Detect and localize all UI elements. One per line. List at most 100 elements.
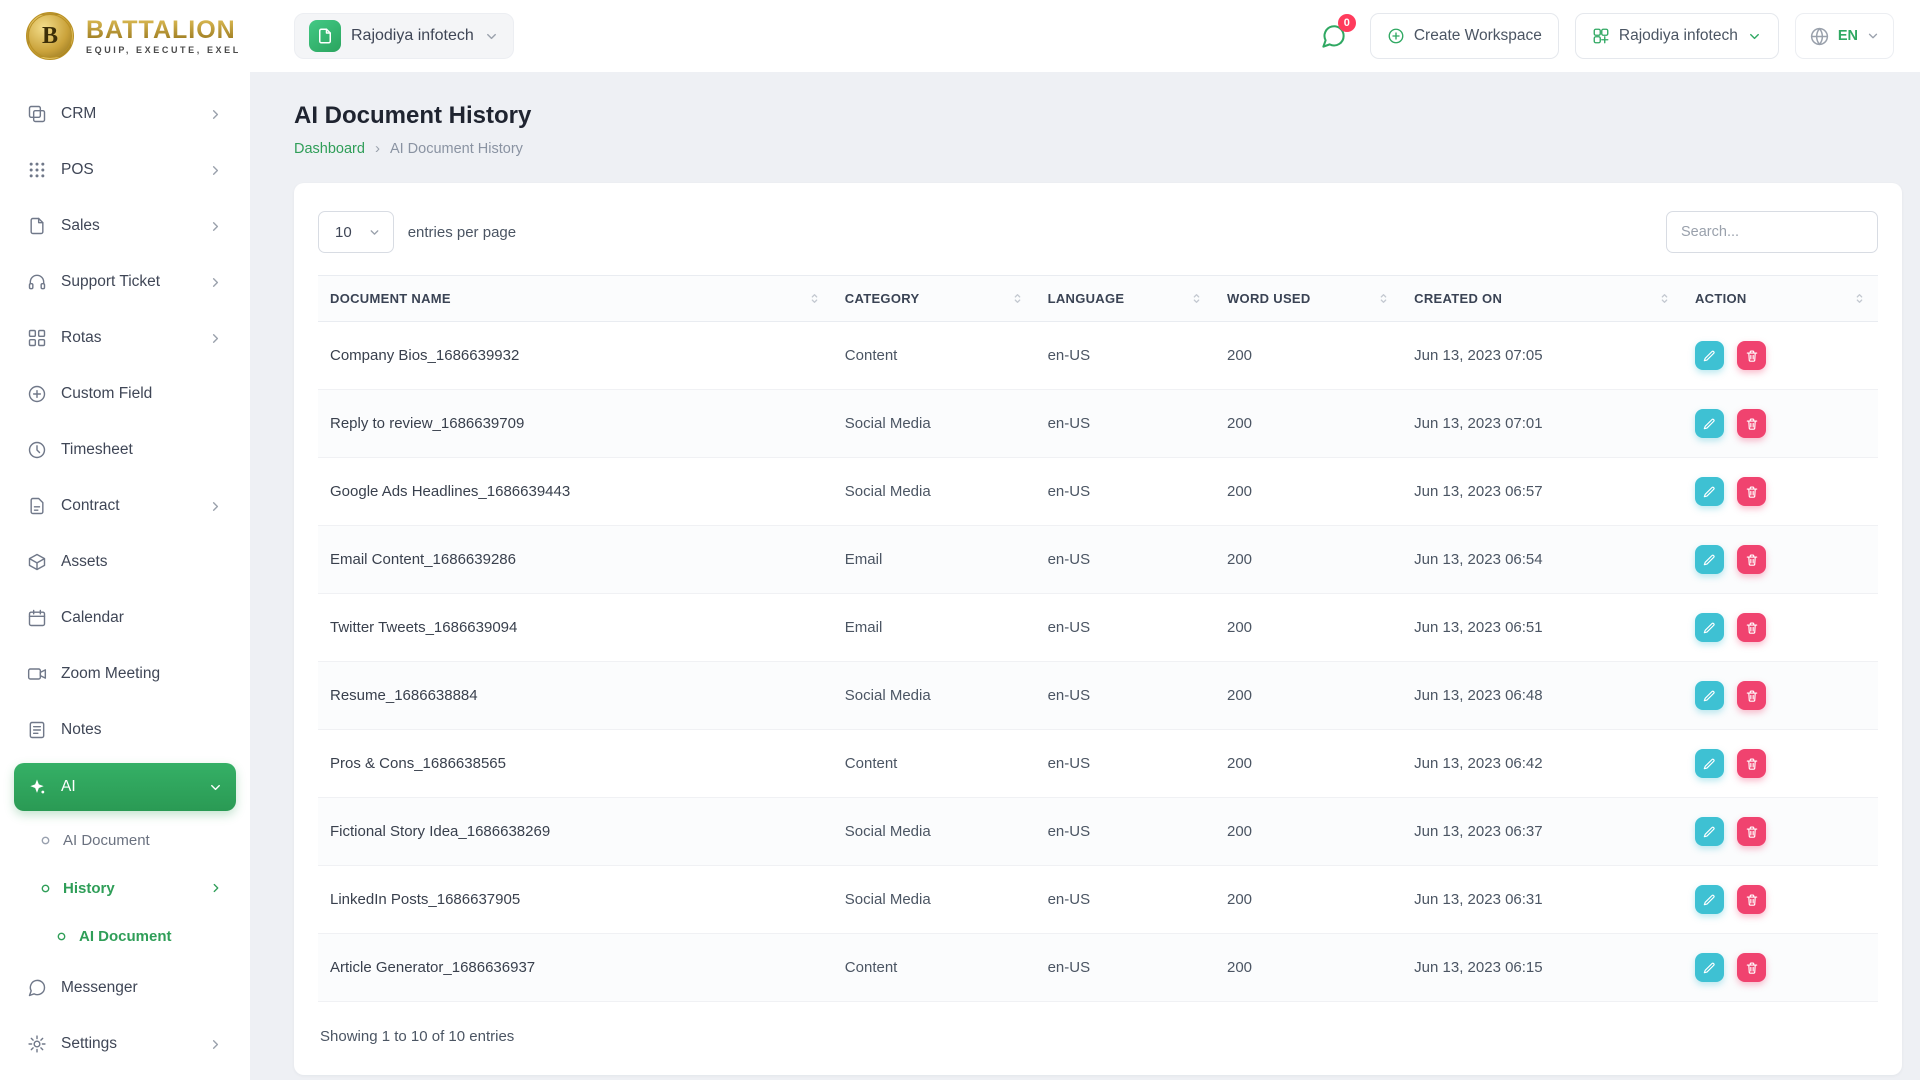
table-body: Company Bios_1686639932 Content en-US 20… [318, 321, 1878, 1002]
edit-button[interactable] [1694, 613, 1724, 642]
video-icon [27, 668, 47, 680]
pencil-icon [1704, 826, 1716, 837]
main-content: AI Document History Dashboard › AI Docum… [250, 72, 1920, 1080]
delete-button[interactable] [1737, 477, 1767, 506]
column-header-label: DOCUMENT NAME [330, 291, 451, 306]
column-header[interactable]: CATEGORY [832, 275, 1036, 322]
word-used-cell: 200 [1214, 593, 1403, 662]
category-cell: Content [832, 933, 1036, 1002]
sort-icon[interactable] [1190, 292, 1203, 305]
sidebar-item-support-ticket[interactable]: Support Ticket [14, 254, 236, 310]
sort-icon[interactable] [1853, 292, 1866, 305]
language-selector[interactable]: EN [1794, 13, 1894, 59]
action-cell [1682, 933, 1878, 1002]
sidebar-item-label: Settings [61, 1035, 118, 1052]
chevron-down-icon [211, 784, 220, 790]
delete-button[interactable] [1737, 341, 1767, 370]
sort-icon[interactable] [808, 292, 821, 305]
account-workspace-button[interactable]: Rajodiya infotech [1574, 13, 1779, 59]
action-cell [1682, 661, 1878, 730]
plus-circle-icon [1388, 28, 1404, 44]
trash-icon [1746, 689, 1757, 702]
category-cell: Social Media [832, 457, 1036, 526]
sidebar-item-label: Contract [61, 497, 120, 514]
document-name-cell: Reply to review_1686639709 [318, 389, 833, 458]
edit-button[interactable] [1694, 341, 1724, 370]
sidebar-item-sales[interactable]: Sales [14, 198, 236, 254]
edit-button[interactable] [1694, 817, 1724, 846]
sort-icon[interactable] [1377, 292, 1390, 305]
column-header[interactable]: ACTION [1682, 275, 1878, 322]
plus-circle-icon [28, 385, 46, 403]
table-row: LinkedIn Posts_1686637905 Social Media e… [318, 865, 1878, 934]
column-header[interactable]: WORD USED [1214, 275, 1403, 322]
chat-button[interactable]: 0 [1314, 14, 1356, 56]
sidebar-item-custom-field[interactable]: Custom Field [14, 366, 236, 422]
table-row: Resume_1686638884 Social Media en-US 200… [318, 661, 1878, 730]
delete-button[interactable] [1737, 613, 1767, 642]
language-cell: en-US [1035, 457, 1215, 526]
breadcrumb-separator: › [374, 140, 380, 157]
language-cell: en-US [1035, 729, 1215, 798]
entries-per-page-label: entries per page [407, 223, 517, 241]
word-used-cell: 200 [1214, 457, 1403, 526]
delete-button[interactable] [1737, 817, 1767, 846]
sidebar-item-settings[interactable]: Settings [14, 1016, 236, 1072]
delete-button[interactable] [1737, 681, 1767, 710]
globe-icon [1810, 27, 1828, 45]
document-name-cell: Pros & Cons_1686638565 [318, 729, 833, 798]
workspace-selector[interactable]: Rajodiya infotech [294, 13, 514, 59]
delete-button[interactable] [1737, 409, 1767, 438]
created-on-cell: Jun 13, 2023 06:51 [1402, 593, 1683, 662]
sidebar-item-pos[interactable]: POS [14, 142, 236, 198]
delete-button[interactable] [1737, 885, 1767, 914]
created-on-cell: Jun 13, 2023 06:57 [1402, 457, 1683, 526]
edit-button[interactable] [1694, 477, 1724, 506]
sidebar-subitem-ai-document[interactable]: AI Document [14, 816, 236, 864]
sort-icon[interactable] [1658, 292, 1671, 305]
gear-icon [28, 1035, 46, 1053]
sort-icon[interactable] [1011, 292, 1024, 305]
breadcrumb-dashboard-link[interactable]: Dashboard [294, 141, 365, 157]
sidebar: CRM POS Sales Support Ticket Rotas Custo… [0, 72, 250, 1080]
sidebar-item-notes[interactable]: Notes [14, 702, 236, 758]
sidebar-item-calendar[interactable]: Calendar [14, 590, 236, 646]
sidebar-item-label: Calendar [61, 609, 124, 626]
sidebar-item-label: Messenger [61, 979, 138, 996]
table-row: Company Bios_1686639932 Content en-US 20… [318, 321, 1878, 390]
column-header[interactable]: CREATED ON [1402, 275, 1683, 322]
delete-button[interactable] [1737, 545, 1767, 574]
edit-button[interactable] [1694, 885, 1724, 914]
sidebar-item-label: AI [61, 778, 76, 795]
edit-button[interactable] [1694, 409, 1724, 438]
documents-table: DOCUMENT NAME CATEGORY LANGUAGE WORD USE… [318, 275, 1878, 1002]
bullet-circle-icon [57, 932, 66, 940]
sidebar-subitem-history-ai-document[interactable]: AI Document [14, 912, 236, 960]
column-header[interactable]: LANGUAGE [1035, 275, 1215, 322]
delete-button[interactable] [1737, 749, 1767, 778]
delete-button[interactable] [1737, 953, 1767, 982]
sidebar-item-crm[interactable]: CRM [14, 86, 236, 142]
category-cell: Social Media [832, 797, 1036, 866]
column-header-label: WORD USED [1226, 291, 1311, 306]
page-size-select[interactable]: 10 [318, 211, 394, 253]
sidebar-item-rotas[interactable]: Rotas [14, 310, 236, 366]
column-header[interactable]: DOCUMENT NAME [318, 275, 833, 322]
search-input[interactable] [1666, 211, 1878, 253]
edit-button[interactable] [1694, 545, 1724, 574]
sidebar-item-assets[interactable]: Assets [14, 534, 236, 590]
edit-button[interactable] [1694, 749, 1724, 778]
category-cell: Content [832, 321, 1036, 390]
sidebar-subitem-history[interactable]: History [14, 864, 236, 912]
sidebar-item-messenger[interactable]: Messenger [14, 960, 236, 1016]
sidebar-item-timesheet[interactable]: Timesheet [14, 422, 236, 478]
trash-icon [1746, 349, 1757, 362]
create-workspace-button[interactable]: Create Workspace [1369, 13, 1559, 59]
edit-button[interactable] [1694, 681, 1724, 710]
sidebar-item-ai[interactable]: AI [14, 763, 236, 811]
sidebar-item-zoom-meeting[interactable]: Zoom Meeting [14, 646, 236, 702]
sidebar-item-contract[interactable]: Contract [14, 478, 236, 534]
word-used-cell: 200 [1214, 933, 1403, 1002]
trash-icon [1746, 757, 1757, 770]
edit-button[interactable] [1694, 953, 1724, 982]
